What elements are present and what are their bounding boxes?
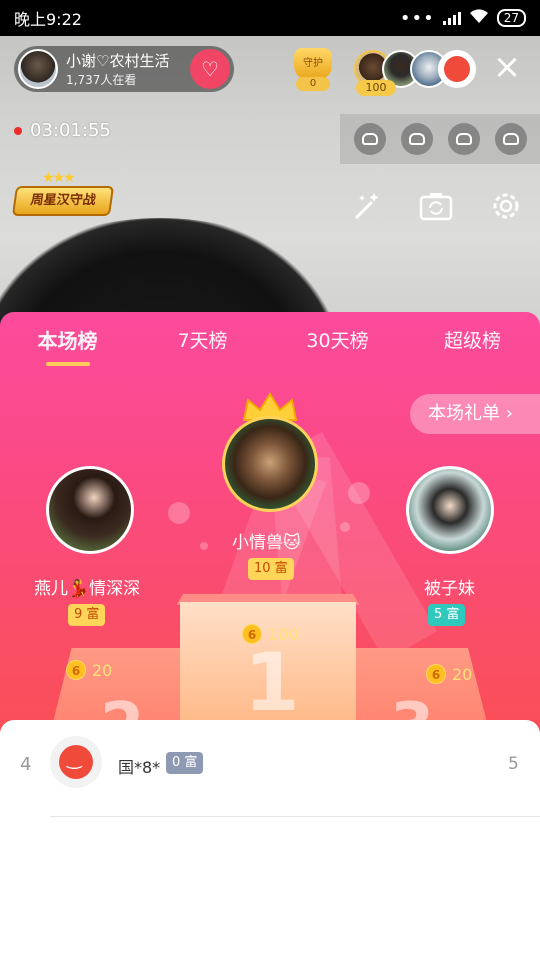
stars-icon: ★★★ <box>42 170 76 186</box>
smile-avatar-icon <box>444 56 470 82</box>
decor-bubble <box>340 522 350 532</box>
sofa-icon <box>455 133 472 145</box>
follow-heart-button[interactable]: ♡ <box>190 49 230 89</box>
stream-timer: 03:01:55 <box>14 120 111 141</box>
sofa-icon <box>361 133 378 145</box>
top-viewer-count: 100 <box>356 80 396 96</box>
wifi-icon <box>469 8 489 28</box>
second-place-avatar[interactable] <box>46 466 134 554</box>
ranking-panel: 本场榜 7天榜 30天榜 超级榜 本场礼单 › 2 3 1 小情兽🐱 10 富 … <box>0 312 540 732</box>
weekly-star-badge[interactable]: ★★★ 周星汉守战 <box>11 170 115 220</box>
first-place-name: 小情兽🐱 <box>232 533 301 553</box>
status-bar: 晚上9:22 ••• 27 <box>0 0 540 36</box>
close-button[interactable]: × <box>490 50 524 86</box>
seat-button[interactable] <box>353 123 386 155</box>
camera-switch-icon <box>419 193 453 221</box>
coin-value: 20 <box>452 664 473 684</box>
weekly-star-label: 周星汉守战 <box>11 186 115 216</box>
seat-button[interactable] <box>400 123 433 155</box>
ranking-list: 4 国*8* 0 富 5 <box>0 720 540 960</box>
list-item-name: 国*8* <box>118 758 161 777</box>
sofa-icon <box>408 133 425 145</box>
top-viewer-avatar[interactable] <box>438 50 476 88</box>
list-item-rank: 4 <box>20 754 32 775</box>
third-place-rich-badge: 5 富 <box>428 604 466 626</box>
seat-button[interactable] <box>447 123 480 155</box>
coin-icon: 6 <box>242 624 262 644</box>
more-dots-icon: ••• <box>399 7 435 29</box>
guest-seats <box>340 114 540 164</box>
podium-number: 1 <box>244 636 300 729</box>
list-item-value: 5 <box>508 754 519 774</box>
tab-7-days[interactable]: 7天榜 <box>135 312 270 372</box>
list-divider <box>50 816 540 817</box>
coin-icon: 6 <box>66 660 86 680</box>
third-place-avatar[interactable] <box>406 466 494 554</box>
beauty-wand-button[interactable] <box>346 186 386 226</box>
third-place-coins: 6 20 <box>426 664 472 684</box>
host-info[interactable]: 小谢♡农村生活 1,737人在看 ♡ <box>14 46 234 92</box>
sofa-icon <box>502 133 519 145</box>
first-place-avatar[interactable] <box>222 416 318 512</box>
decor-bubble <box>200 542 208 550</box>
second-place-name: 燕儿💃情深深 <box>34 579 141 599</box>
third-place-name: 被子妹 <box>424 579 475 599</box>
host-avatar[interactable] <box>18 49 58 89</box>
decor-bubble <box>348 482 370 504</box>
podium-first: 1 <box>180 602 356 732</box>
second-place-coins: 6 20 <box>66 660 112 680</box>
tab-30-days[interactable]: 30天榜 <box>270 312 405 372</box>
timer-text: 03:01:55 <box>30 120 111 141</box>
list-item-rich-badge: 0 富 <box>166 752 204 774</box>
host-text: 小谢♡农村生活 1,737人在看 <box>66 50 190 88</box>
settings-button[interactable] <box>486 186 526 226</box>
list-item[interactable]: 4 国*8* 0 富 5 <box>0 734 540 817</box>
seat-button[interactable] <box>494 123 527 155</box>
tab-this-show[interactable]: 本场榜 <box>0 312 135 372</box>
second-place-rich-badge: 9 富 <box>68 604 106 626</box>
signal-icon <box>442 11 461 25</box>
first-place-coins: 6 100 <box>242 624 299 644</box>
status-icons: ••• 27 <box>400 8 526 29</box>
switch-camera-button[interactable] <box>416 186 456 226</box>
coin-value: 100 <box>268 624 299 644</box>
decor-bubble <box>168 502 190 524</box>
coin-value: 20 <box>92 660 113 680</box>
heart-plus-icon: ♡ <box>201 57 219 81</box>
smile-avatar-icon <box>59 745 93 779</box>
ranking-tabs: 本场榜 7天榜 30天榜 超级榜 <box>0 312 540 372</box>
magic-wand-icon <box>354 193 379 220</box>
close-icon: × <box>492 47 522 87</box>
stream-tools <box>346 186 526 226</box>
list-item-avatar[interactable] <box>50 736 102 788</box>
status-time: 晚上9:22 <box>14 10 82 29</box>
top-viewers[interactable]: 100 <box>354 50 476 96</box>
gift-list-button[interactable]: 本场礼单 › <box>410 394 540 434</box>
tab-super[interactable]: 超级榜 <box>405 312 540 372</box>
viewer-count: 1,737人在看 <box>66 73 137 87</box>
coin-icon: 6 <box>426 664 446 684</box>
battery-icon: 27 <box>496 9 526 27</box>
guard-shield-icon: 守护 <box>294 48 332 80</box>
guard-count: 0 <box>296 77 330 91</box>
recording-dot-icon <box>14 126 22 135</box>
host-name: 小谢♡农村生活 <box>66 52 170 70</box>
first-place-rich-badge: 10 富 <box>248 558 294 580</box>
guard-badge[interactable]: 守护 0 <box>290 48 336 92</box>
gear-icon <box>493 193 519 219</box>
